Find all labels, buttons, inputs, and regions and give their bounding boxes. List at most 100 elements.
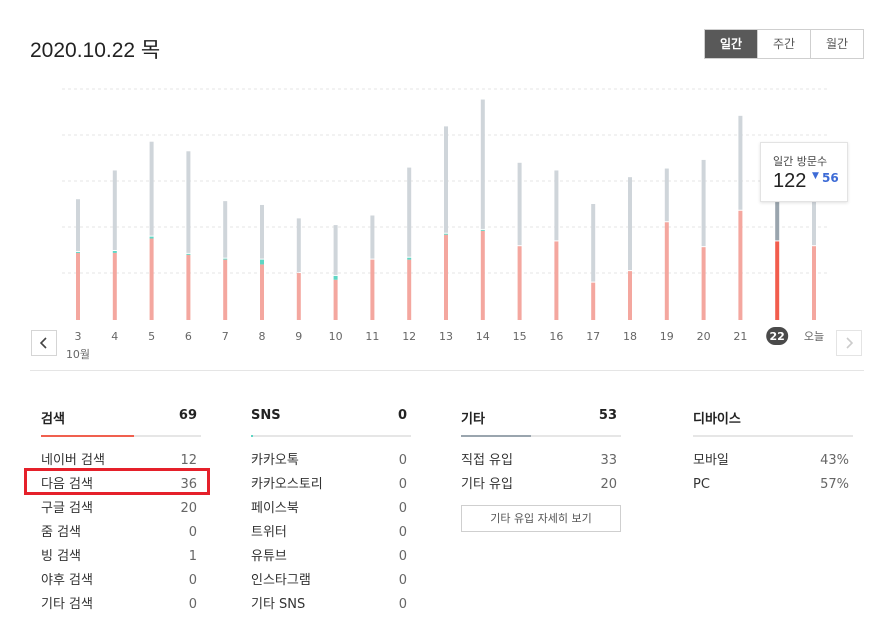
tick-label: 7 xyxy=(222,330,229,343)
tick-label: 13 xyxy=(439,330,453,343)
bar-other xyxy=(260,204,264,259)
bar-sns xyxy=(186,253,191,255)
item-label: 카카오톡 xyxy=(251,453,299,468)
bar-other xyxy=(333,225,338,275)
tooltip-label: 일간 방문수 xyxy=(773,155,828,168)
bar-other xyxy=(517,162,522,246)
sns-section-title: SNS xyxy=(251,408,281,423)
item-value: 20 xyxy=(600,477,617,492)
device-section: 디바이스 모바일 43% PC 57% xyxy=(693,408,853,497)
bar-sns xyxy=(149,236,154,239)
tick-label: 17 xyxy=(586,330,600,343)
next-button[interactable] xyxy=(836,330,862,356)
tick-label: 9 xyxy=(295,330,302,343)
tick-label: 8 xyxy=(259,330,266,343)
tooltip-change: 56 xyxy=(822,171,839,185)
item-value: 0 xyxy=(398,501,407,516)
item-label: 기타 SNS xyxy=(251,597,306,612)
bar-search xyxy=(333,279,338,320)
bar-other xyxy=(296,218,301,273)
item-value: 0 xyxy=(188,573,197,588)
search-section: 검색 69 네이버 검색 12 다음 검색 36 구글 검색 20 줌 검색 0 빙 검… xyxy=(41,408,201,617)
tick-label: 오늘 xyxy=(804,330,824,343)
bar-sns xyxy=(407,257,412,260)
item-label: 구글 검색 xyxy=(41,501,93,516)
list-item[interactable]: 트위터 0 xyxy=(251,521,411,545)
month-label: 10월 xyxy=(66,348,90,361)
item-value: 0 xyxy=(398,525,407,540)
bar-other xyxy=(664,168,669,222)
tick-label: 19 xyxy=(660,330,674,343)
item-label: 카카오스토리 xyxy=(251,477,323,492)
bar-sns xyxy=(112,251,117,253)
bar-search xyxy=(664,222,669,320)
device-section-header: 디바이스 xyxy=(693,408,853,430)
list-item[interactable]: 줌 검색 0 xyxy=(41,521,201,545)
list-item: 모바일 43% xyxy=(693,449,853,473)
item-value: 43% xyxy=(820,453,849,468)
chevron-left-icon xyxy=(40,337,47,349)
tick-label: 21 xyxy=(733,330,747,343)
down-arrow-icon: ▼ xyxy=(812,171,819,181)
item-label: 야후 검색 xyxy=(41,573,93,588)
bar-other xyxy=(480,99,485,229)
tick-label: 6 xyxy=(185,330,192,343)
item-value: 20 xyxy=(180,501,197,516)
sns-section: SNS 0 카카오톡 0 카카오스토리 0 페이스북 0 트위터 0 유튜브 0 인스타그… xyxy=(251,408,411,617)
tick-label: 10 xyxy=(329,330,343,343)
bar-other xyxy=(775,202,780,241)
item-label: PC xyxy=(693,477,710,492)
list-item[interactable]: 기타 검색 0 xyxy=(41,593,201,617)
list-item[interactable]: 기타 유입 20 xyxy=(461,473,621,497)
bar-search xyxy=(554,241,559,320)
item-label: 빙 검색 xyxy=(41,549,82,564)
highlight-box xyxy=(24,468,210,495)
item-label: 줌 검색 xyxy=(41,525,82,540)
bar-other xyxy=(591,204,596,282)
search-section-header: 검색 69 xyxy=(41,408,201,430)
item-label: 유튜브 xyxy=(251,549,287,564)
bar-search xyxy=(812,246,816,320)
other-section-header: 기타 53 xyxy=(461,408,621,430)
list-item[interactable]: 카카오스토리 0 xyxy=(251,473,411,497)
device-divider xyxy=(693,435,853,437)
item-label: 직접 유입 xyxy=(461,453,513,468)
list-item[interactable]: 인스타그램 0 xyxy=(251,569,411,593)
bar-search xyxy=(480,230,485,320)
tick-label: 3 xyxy=(75,330,82,343)
bar-sns xyxy=(444,233,448,235)
bar-other xyxy=(554,170,559,241)
bar-other xyxy=(701,159,706,247)
bar-other xyxy=(112,170,117,250)
list-item[interactable]: 구글 검색 20 xyxy=(41,497,201,521)
list-item[interactable]: 직접 유입 33 xyxy=(461,449,621,473)
search-section-total: 69 xyxy=(178,408,197,423)
prev-button[interactable] xyxy=(31,330,57,356)
list-item[interactable]: 유튜브 0 xyxy=(251,545,411,569)
item-label: 모바일 xyxy=(693,453,729,468)
list-item[interactable]: 페이스북 0 xyxy=(251,497,411,521)
bar-search xyxy=(775,241,780,320)
item-value: 0 xyxy=(398,597,407,612)
sns-section-total: 0 xyxy=(397,408,407,423)
bar-other xyxy=(186,151,191,253)
sns-section-header: SNS 0 xyxy=(251,408,411,430)
other-detail-button[interactable]: 기타 유입 자세히 보기 xyxy=(461,505,621,532)
bar-search xyxy=(76,252,80,320)
bar-search xyxy=(296,273,301,320)
bar-sns xyxy=(480,229,485,231)
other-share-bar xyxy=(461,435,621,437)
list-item[interactable]: 빙 검색 1 xyxy=(41,545,201,569)
other-section-total: 53 xyxy=(598,408,617,423)
bar-search xyxy=(112,252,117,320)
item-value: 0 xyxy=(398,549,407,564)
bar-search xyxy=(223,259,228,320)
list-item[interactable]: 기타 SNS 0 xyxy=(251,593,411,617)
bar-search xyxy=(186,254,191,320)
bar-search xyxy=(628,271,632,320)
list-item[interactable]: 야후 검색 0 xyxy=(41,569,201,593)
tick-label: 15 xyxy=(513,330,527,343)
item-value: 0 xyxy=(188,525,197,540)
list-item[interactable]: 카카오톡 0 xyxy=(251,449,411,473)
tick-label: 22 xyxy=(770,330,785,343)
